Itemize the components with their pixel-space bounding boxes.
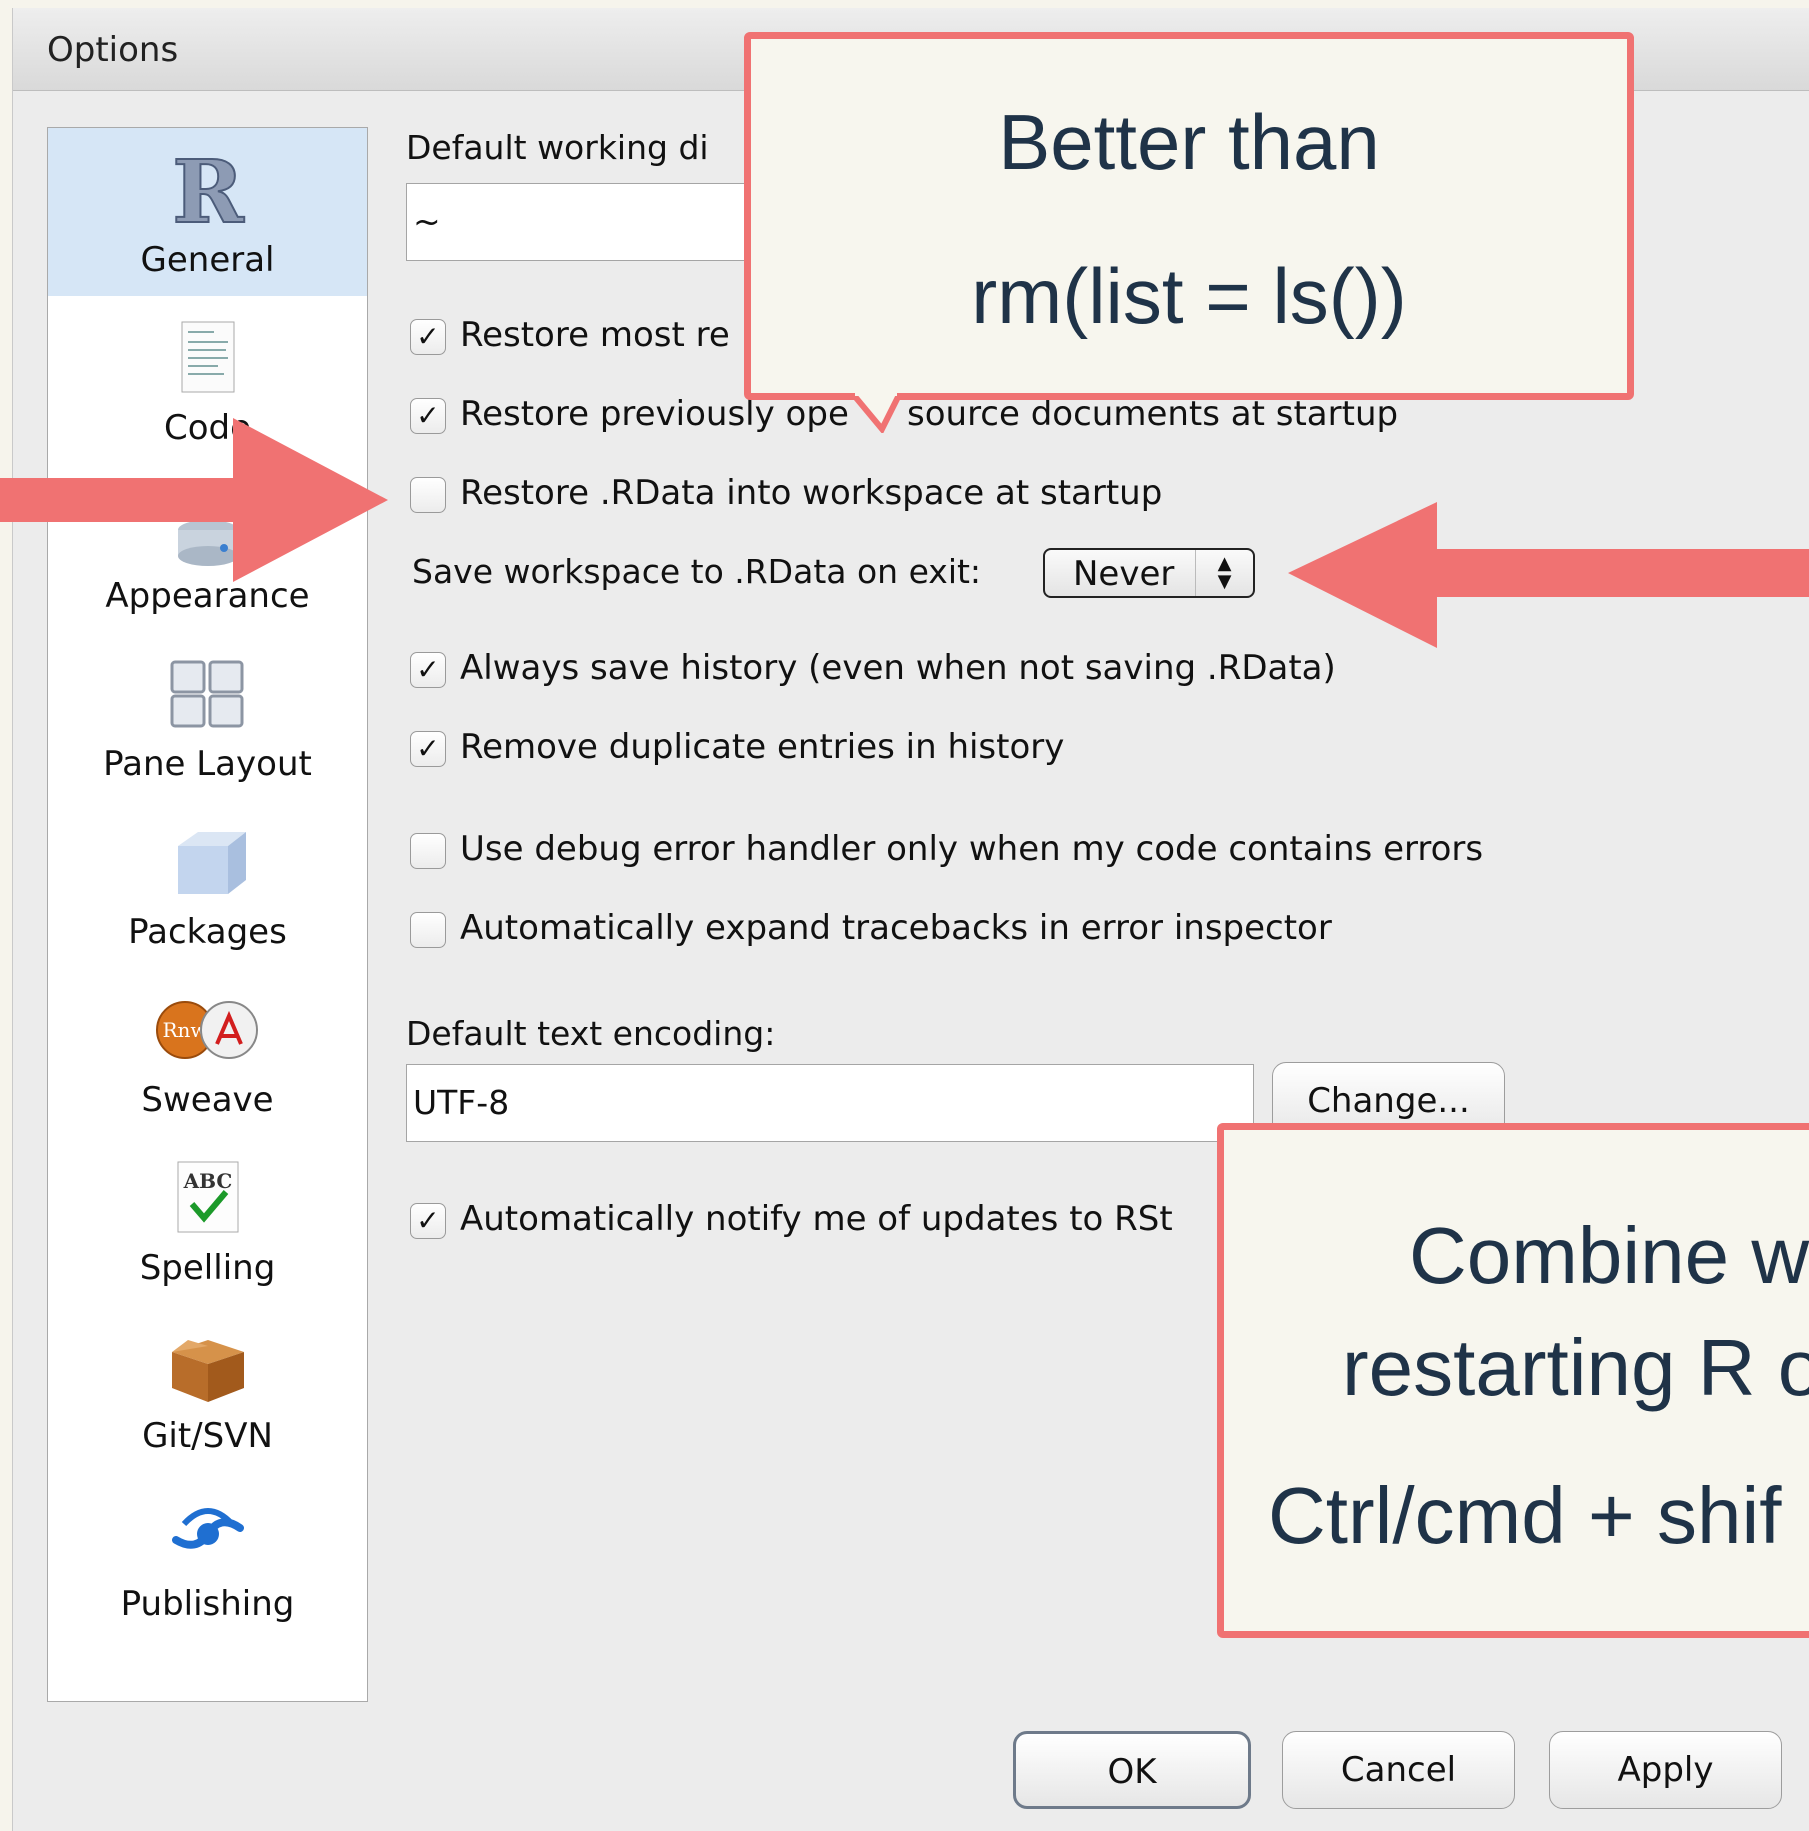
callout-line: restarting R o xyxy=(1342,1323,1809,1412)
callout-better-than: Better than rm(list = ls()) xyxy=(744,32,1634,400)
left-arrow-icon xyxy=(1288,502,1809,648)
right-arrow-icon xyxy=(0,418,388,582)
callout-pointer-icon xyxy=(852,393,902,433)
callout-line: rm(list = ls()) xyxy=(971,252,1407,340)
callout-line: Better than xyxy=(998,98,1380,186)
callout-line: Combine w xyxy=(1409,1211,1809,1300)
callout-line: Ctrl/cmd + shif xyxy=(1268,1471,1782,1560)
callout-combine-restart: Combine w restarting R o Ctrl/cmd + shif xyxy=(1217,1123,1809,1638)
